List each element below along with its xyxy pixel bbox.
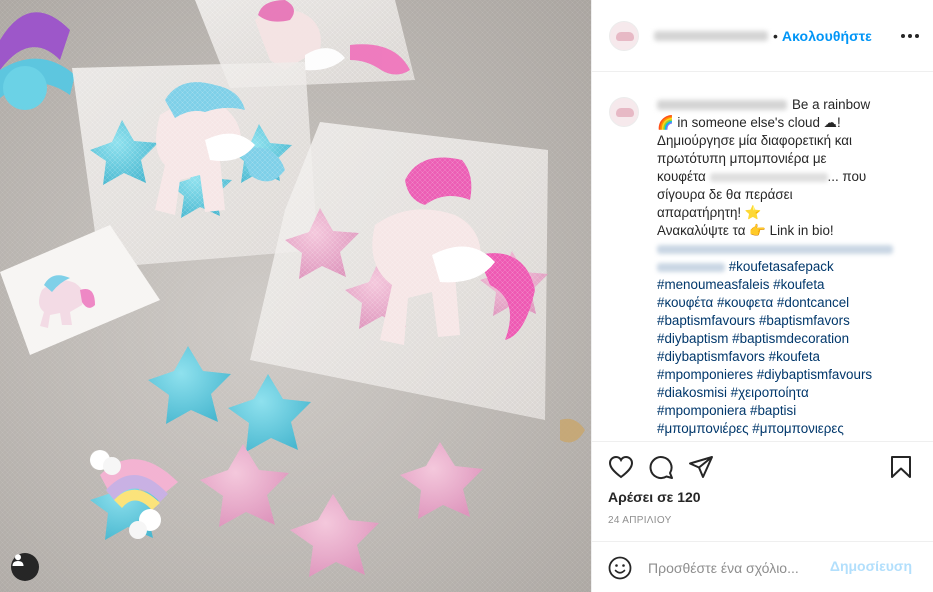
more-options-button[interactable]: [898, 26, 922, 46]
comment-input[interactable]: [648, 560, 826, 576]
caption-username-blurred[interactable]: [657, 100, 787, 111]
comment-button[interactable]: [648, 455, 674, 485]
caption-line-6: απαρατήρητη!: [657, 205, 742, 220]
share-button[interactable]: [688, 455, 714, 484]
post-side-panel: • Ακολουθήστε Be a rainbow 🌈 in someone …: [591, 0, 933, 592]
post-comment-button[interactable]: Δημοσίευση: [830, 558, 912, 574]
likes-count[interactable]: Αρέσει σε 120: [608, 489, 701, 505]
comments-area[interactable]: Be a rainbow 🌈 in someone else's cloud ☁…: [592, 73, 933, 441]
rainbow-emoji: 🌈: [657, 115, 674, 130]
hashtag-line[interactable]: #diybaptismfavors #koufeta: [657, 348, 901, 366]
bookmark-icon: [891, 456, 911, 478]
caption-row: Be a rainbow 🌈 in someone else's cloud ☁…: [609, 96, 920, 438]
hand-emoji: 👉: [749, 223, 766, 238]
hashtag-line[interactable]: #koufetasafepack: [729, 259, 834, 274]
blurred-hashtag: [657, 262, 725, 272]
caption-text-2: in someone else's cloud: [677, 115, 820, 130]
post-actions: Αρέσει σε 120 24 ΑΠΡΙΛΙΟΥ Δημοσίευση: [592, 441, 933, 592]
hashtag-line[interactable]: #diybaptism #baptismdecoration: [657, 330, 901, 348]
save-button[interactable]: [890, 455, 912, 484]
hashtag-line[interactable]: #mpomponiera #baptisi: [657, 402, 901, 420]
username-blurred[interactable]: [654, 30, 768, 41]
caption-line-3: πρωτότυπη μπομπονιέρα με: [657, 151, 827, 166]
user-tag-icon: [12, 554, 24, 566]
caption-text-1: Be a rainbow: [792, 97, 871, 112]
caption-line-4a: κουφέτα: [657, 169, 706, 184]
user-tag-button[interactable]: [11, 553, 39, 581]
caption-avatar[interactable]: [609, 97, 639, 127]
comment-form: Δημοσίευση: [592, 541, 933, 592]
post-photo[interactable]: [0, 0, 591, 592]
caption-line-4b: ... που: [827, 169, 867, 184]
avatar[interactable]: [609, 20, 639, 51]
emoji-icon[interactable]: [608, 556, 632, 580]
like-button[interactable]: [608, 455, 634, 484]
more-icon: [901, 34, 905, 38]
cloud-emoji: ☁: [823, 115, 838, 130]
follow-button[interactable]: Ακολουθήστε: [782, 28, 872, 44]
caption-line-7b: Link in bio!: [769, 223, 834, 238]
hashtag-line[interactable]: #mpomponieres #diybaptismfavours: [657, 366, 901, 384]
caption-line-2: Δημιούργησε μία διαφορετική και: [657, 133, 852, 148]
photo-illustration: [0, 0, 591, 592]
blurred-hashtags: [657, 244, 893, 254]
post-date[interactable]: 24 ΑΠΡΙΛΙΟΥ: [608, 515, 672, 526]
hashtag-line[interactable]: #diakosmisi #χειροποίητα: [657, 384, 901, 402]
caption-text: Be a rainbow 🌈 in someone else's cloud ☁…: [657, 96, 901, 438]
caption-text-3: !: [837, 115, 841, 130]
heart-icon: [608, 455, 634, 479]
caption-line-7a: Ανακαλύψτε τα: [657, 223, 746, 238]
blurred-brand: [709, 172, 828, 182]
caption-line-5: σίγουρα δε θα περάσει: [657, 187, 793, 202]
hashtag-line[interactable]: #μπομπονιέρες #μπομπονιερες: [657, 420, 901, 438]
separator-dot: •: [773, 27, 778, 44]
hashtag-line[interactable]: #κουφέτα #κουφετα #dontcancel: [657, 294, 901, 312]
star-emoji: ⭐: [744, 205, 762, 220]
hashtag-line[interactable]: #menoumeasfaleis #koufeta: [657, 276, 901, 294]
comment-icon: [649, 456, 673, 480]
share-icon: [689, 456, 713, 478]
hashtag-line[interactable]: #baptismfavours #baptismfavors: [657, 312, 901, 330]
post-header: • Ακολουθήστε: [592, 0, 933, 72]
